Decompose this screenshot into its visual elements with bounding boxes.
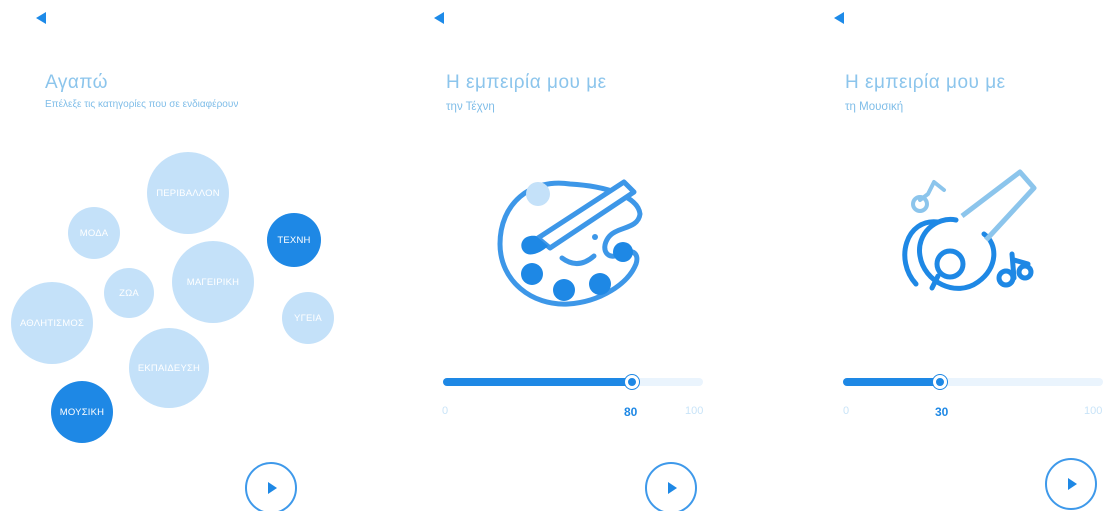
page-subtitle: την Τέχνη bbox=[446, 101, 495, 113]
category-bubble-education[interactable]: ΕΚΠΑΙΔΕΥΣΗ bbox=[129, 328, 209, 408]
category-label: ΜΑΓΕΙΡΙΚΗ bbox=[186, 276, 240, 288]
category-bubble-sports[interactable]: ΑΘΛΗΤΙΣΜΟΣ bbox=[11, 282, 93, 364]
category-label: ΥΓΕΙΑ bbox=[294, 312, 322, 324]
play-button[interactable] bbox=[645, 462, 697, 511]
palette-icon bbox=[497, 179, 643, 307]
slider-min-label: 0 bbox=[442, 405, 449, 417]
category-label: ΕΚΠΑΙΔΕΥΣΗ bbox=[137, 362, 201, 374]
page-subtitle: Επέλεξε τις κατηγορίες που σε ενδιαφέρου… bbox=[45, 99, 239, 110]
slider-value-label: 80 bbox=[624, 405, 638, 419]
page-title: Η εμπειρία μου με bbox=[845, 72, 1006, 93]
category-bubble-environment[interactable]: ΠΕΡΙΒΑΛΛΟΝ bbox=[147, 152, 229, 234]
slider-fill bbox=[443, 378, 631, 386]
slider-value-label: 30 bbox=[935, 405, 949, 419]
experience-slider[interactable] bbox=[443, 375, 703, 389]
slider-thumb[interactable] bbox=[933, 375, 947, 389]
category-label: ΖΩΑ bbox=[119, 287, 139, 299]
category-label: ΜΟΔΑ bbox=[79, 227, 109, 239]
category-label: ΠΕΡΙΒΑΛΛΟΝ bbox=[156, 187, 220, 199]
page-title: Η εμπειρία μου με bbox=[446, 72, 607, 93]
category-label: ΤΕΧΝΗ bbox=[277, 234, 311, 246]
back-arrow-icon[interactable] bbox=[36, 12, 46, 24]
slider-max-label: 100 bbox=[1084, 405, 1103, 417]
category-bubble-animals[interactable]: ΖΩΑ bbox=[104, 268, 154, 318]
slider-max-label: 100 bbox=[685, 405, 704, 417]
category-bubble-health[interactable]: ΥΓΕΙΑ bbox=[282, 292, 334, 344]
page-title: Αγαπώ bbox=[45, 72, 108, 93]
play-button[interactable] bbox=[1045, 458, 1097, 510]
page-subtitle: τη Μουσική bbox=[845, 101, 904, 113]
category-label: ΑΘΛΗΤΙΣΜΟΣ bbox=[19, 317, 85, 329]
guitar-icon bbox=[902, 169, 1037, 291]
slider-thumb[interactable] bbox=[625, 375, 639, 389]
slider-min-label: 0 bbox=[843, 405, 850, 417]
category-bubble-cooking[interactable]: ΜΑΓΕΙΡΙΚΗ bbox=[172, 241, 254, 323]
category-bubble-fashion[interactable]: ΜΟΔΑ bbox=[68, 207, 120, 259]
back-arrow-icon[interactable] bbox=[434, 12, 444, 24]
slider-fill bbox=[843, 378, 941, 386]
experience-slider[interactable] bbox=[843, 375, 1103, 389]
category-label: ΜΟΥΣΙΚΗ bbox=[59, 406, 105, 418]
category-bubble-music[interactable]: ΜΟΥΣΙΚΗ bbox=[51, 381, 113, 443]
category-bubble-art[interactable]: ΤΕΧΝΗ bbox=[267, 213, 321, 267]
back-arrow-icon[interactable] bbox=[834, 12, 844, 24]
play-button[interactable] bbox=[245, 462, 297, 511]
